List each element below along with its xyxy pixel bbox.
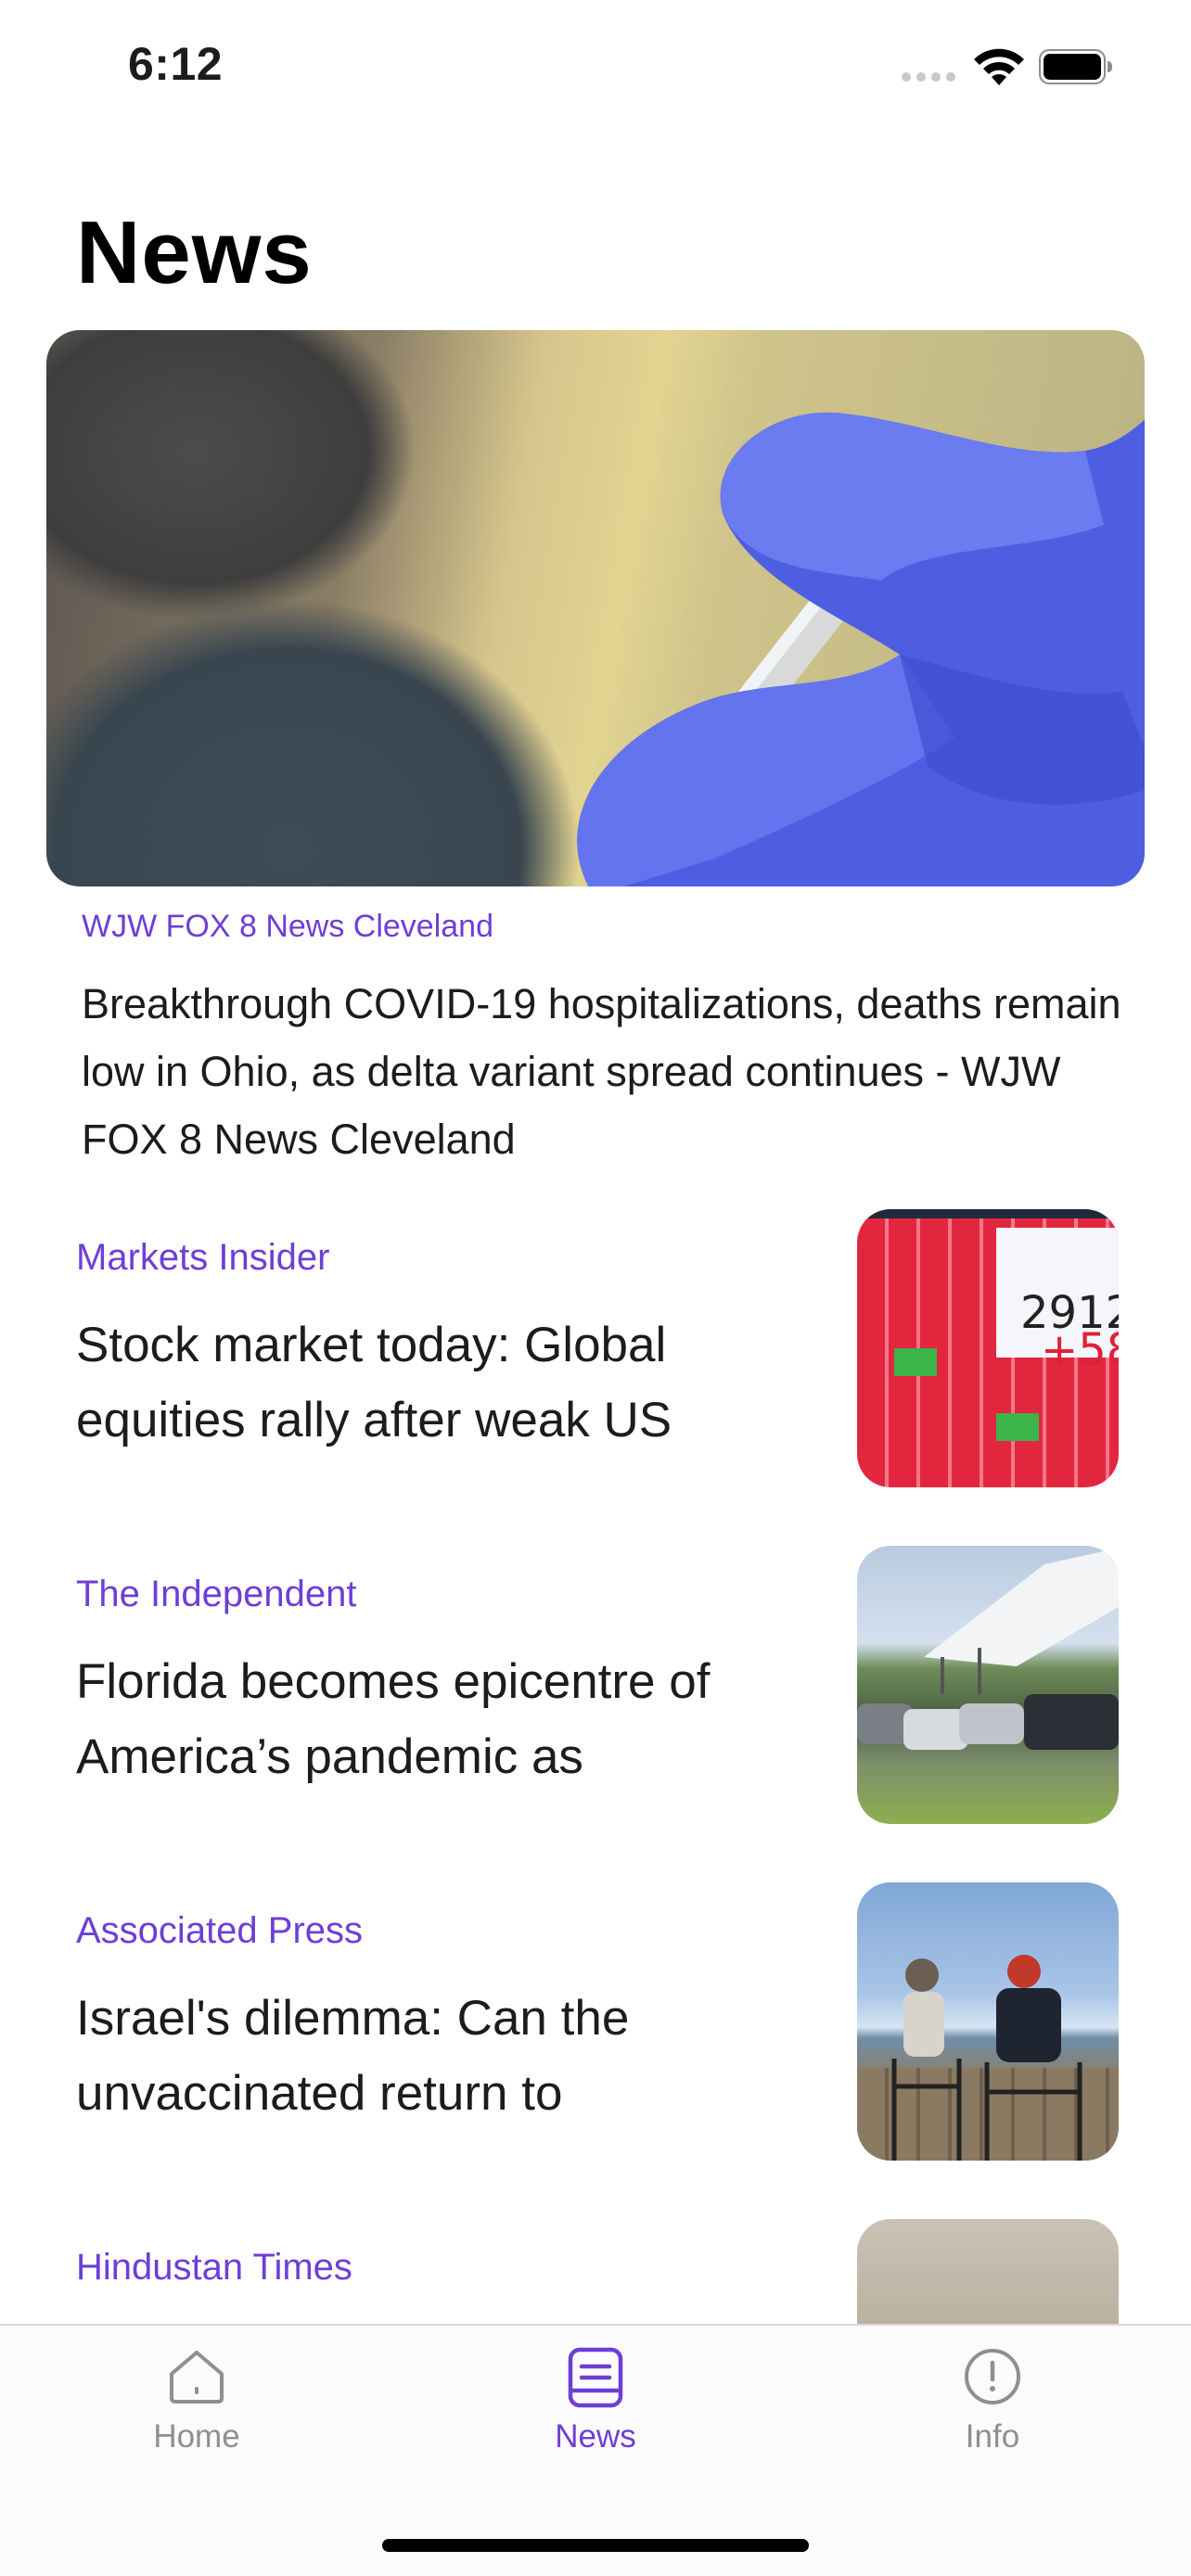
ticker-change: +58 <box>1041 1324 1119 1376</box>
home-indicator[interactable] <box>382 2539 809 2552</box>
featured-article[interactable]: WJW FOX 8 News Cleveland Breakthrough CO… <box>46 330 1145 1163</box>
tab-home[interactable]: Home <box>104 2344 289 2474</box>
featured-image <box>46 330 1145 886</box>
home-icon <box>170 2351 224 2404</box>
tab-home-label: Home <box>153 2418 240 2455</box>
wifi-icon <box>974 48 1024 85</box>
glove-illustration <box>577 412 1145 886</box>
tab-info[interactable]: Info <box>900 2344 1085 2474</box>
article-headline: Stock market today: Global equities rall… <box>76 1318 672 1447</box>
list-item[interactable]: Markets Insider Stock market today: Glob… <box>76 1209 1119 1515</box>
featured-headline: Breakthrough COVID-19 hospitalizations, … <box>82 980 1121 1163</box>
page-title: News <box>76 203 313 302</box>
battery-icon <box>1039 49 1112 84</box>
ticker-cell <box>894 1348 937 1376</box>
article-thumbnail: 2912 +58 <box>857 1209 1119 1487</box>
article-headline: Israel's dilemma: Can the unvaccinated r… <box>76 1991 630 2121</box>
article-source: Hindustan Times <box>76 2247 352 2288</box>
article-thumbnail <box>857 1882 1119 2161</box>
article-headline: Florida becomes epicentre of America’s p… <box>76 1654 711 1784</box>
ticker-cell <box>996 1413 1039 1441</box>
article-source: The Independent <box>76 1574 357 1614</box>
people-illustration <box>891 1955 1082 2161</box>
article-thumbnail <box>857 1546 1119 1824</box>
status-bar: 6:12 <box>0 0 1191 130</box>
cellular-signal-icon <box>902 72 957 83</box>
tent-illustration <box>924 1548 1119 1694</box>
car <box>1024 1694 1119 1750</box>
news-screen: 6:12 News WJW FOX 8 News Cleveland Break… <box>0 0 1191 2576</box>
article-source: Associated Press <box>76 1910 364 1951</box>
tab-news[interactable]: News <box>503 2344 688 2474</box>
list-item[interactable]: The Independent Florida becomes epicentr… <box>76 1546 1119 1852</box>
article-source: Markets Insider <box>76 1237 330 1278</box>
list-item[interactable]: Associated Press Israel's dilemma: Can t… <box>76 1882 1119 2188</box>
car <box>959 1703 1024 1744</box>
tab-info-label: Info <box>965 2418 1020 2455</box>
info-icon <box>965 2349 1020 2404</box>
news-icon <box>568 2347 623 2408</box>
featured-source: WJW FOX 8 News Cleveland <box>82 909 493 944</box>
status-time: 6:12 <box>128 38 224 90</box>
tab-news-label: News <box>555 2418 636 2455</box>
